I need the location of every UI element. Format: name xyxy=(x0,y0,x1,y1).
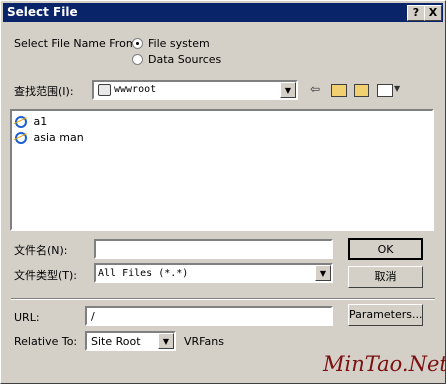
file-type-value: All Files (*.*) xyxy=(98,268,189,279)
window-title: Select File xyxy=(7,5,78,19)
look-in-combo[interactable]: wwwroot ▼ xyxy=(92,80,298,100)
url-input[interactable]: / xyxy=(85,306,333,326)
help-icon[interactable]: ? xyxy=(407,5,425,21)
chevron-down-icon[interactable]: ▼ xyxy=(315,265,331,281)
radio-data-sources[interactable] xyxy=(132,54,143,65)
relative-to-label: Relative To: xyxy=(14,335,78,348)
list-item[interactable]: asia man xyxy=(15,131,84,144)
file-type-label: 文件类型(T): xyxy=(14,269,78,282)
back-arrow-icon[interactable]: ⇦ xyxy=(310,81,320,97)
look-in-value: wwwroot xyxy=(114,84,157,95)
site-name: VRFans xyxy=(184,335,224,348)
chevron-down-icon[interactable]: ▼ xyxy=(158,333,174,349)
file-type-combo[interactable]: All Files (*.*) ▼ xyxy=(94,263,333,283)
view-menu-arrow-icon[interactable]: ▼ xyxy=(394,81,400,97)
file-list[interactable]: a1 asia man xyxy=(10,109,434,231)
file-name-input[interactable] xyxy=(94,239,333,259)
file-name: asia man xyxy=(33,131,84,144)
chevron-down-icon[interactable]: ▼ xyxy=(280,82,296,98)
radio-file-system[interactable] xyxy=(132,38,143,49)
radio-file-system-label[interactable]: File system xyxy=(148,37,210,50)
separator xyxy=(11,298,435,300)
file-name-label: 文件名(N): xyxy=(14,244,68,257)
relative-to-select[interactable]: Site Root ▼ xyxy=(85,331,176,351)
parameters-button[interactable]: Parameters... xyxy=(348,304,423,326)
watermark: MinTao.Net xyxy=(323,352,446,376)
close-icon[interactable]: X xyxy=(424,5,442,21)
ie-document-icon xyxy=(15,116,27,128)
relative-to-value: Site Root xyxy=(91,335,141,348)
new-folder-icon[interactable] xyxy=(354,84,369,97)
ok-button[interactable]: OK xyxy=(348,238,423,260)
select-from-label: Select File Name From: xyxy=(14,37,141,50)
radio-data-sources-label[interactable]: Data Sources xyxy=(148,53,221,66)
view-menu-icon[interactable] xyxy=(377,84,393,97)
folder-icon xyxy=(98,84,111,96)
select-file-dialog: Select File ? X Select File Name From: F… xyxy=(0,0,446,384)
title-bar: Select File ? X xyxy=(3,3,443,22)
look-in-label: 查找范围(I): xyxy=(14,85,74,98)
file-name: a1 xyxy=(33,115,48,128)
cancel-button[interactable]: 取消 xyxy=(348,266,423,288)
ie-document-icon xyxy=(15,132,27,144)
url-label: URL: xyxy=(14,311,40,324)
url-value: / xyxy=(91,310,95,323)
up-folder-icon[interactable] xyxy=(331,84,347,97)
list-item[interactable]: a1 xyxy=(15,115,47,128)
